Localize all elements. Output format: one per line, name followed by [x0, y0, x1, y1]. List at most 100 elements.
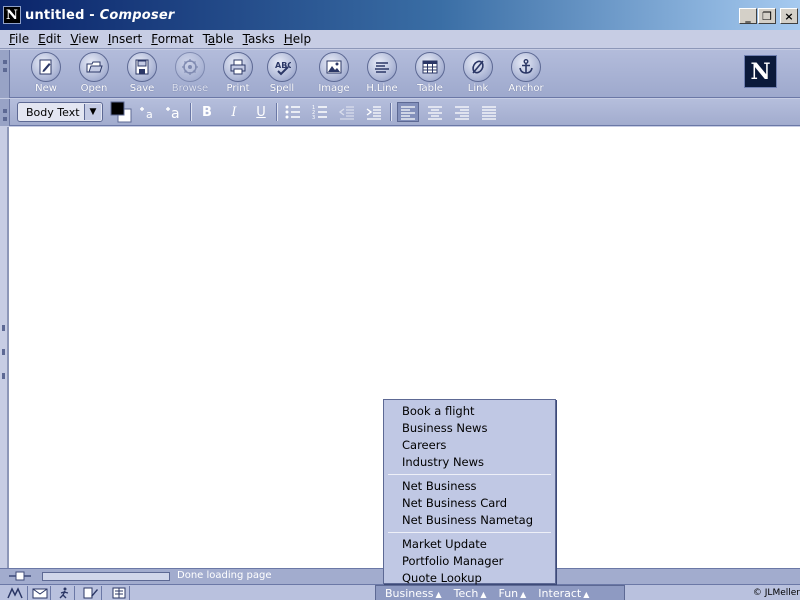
svg-text:3: 3: [312, 115, 315, 120]
title-bar: N untitled - Composer _ ❐ ×: [0, 0, 800, 30]
toolbar-separator: [276, 103, 278, 121]
format-toolbar-grip[interactable]: [0, 99, 10, 126]
gutter-marker[interactable]: [2, 373, 5, 379]
table-button[interactable]: Table: [408, 52, 452, 94]
address-book-icon[interactable]: [108, 586, 130, 600]
navigator-icon[interactable]: [2, 586, 28, 600]
menu-item-careers[interactable]: Careers: [384, 437, 555, 454]
save-icon: [135, 59, 149, 75]
print-button[interactable]: Print: [216, 52, 260, 94]
app-name: Composer: [99, 7, 175, 23]
window-title: untitled - Composer: [25, 8, 174, 23]
color-picker-icon[interactable]: [110, 101, 132, 123]
open-button[interactable]: Open: [72, 52, 116, 94]
svg-text:a: a: [146, 108, 153, 120]
menu-item-book-a-flight[interactable]: Book a flight: [384, 403, 555, 420]
progress-bar: [42, 572, 170, 581]
mail-icon[interactable]: [29, 586, 51, 600]
tab-fun[interactable]: Fun ▲: [498, 587, 526, 600]
spell-icon: ABC: [275, 61, 291, 76]
align-center-button[interactable]: [424, 102, 446, 122]
menu-item-net-business-card[interactable]: Net Business Card: [384, 495, 555, 512]
instant-messenger-icon[interactable]: [53, 586, 75, 600]
print-icon: [230, 59, 246, 75]
composer-icon[interactable]: [80, 586, 102, 600]
restore-button[interactable]: ❐: [758, 8, 776, 24]
status-text: Done loading page: [177, 570, 272, 581]
italic-button[interactable]: I: [223, 102, 245, 122]
hline-button[interactable]: H.Line: [360, 52, 404, 94]
tab-tech[interactable]: Tech ▲: [454, 587, 487, 600]
menu-bar: File Edit View Insert Format Table Tasks…: [0, 30, 800, 49]
tab-interact[interactable]: Interact ▲: [538, 587, 589, 600]
increase-font-size-button[interactable]: a: [162, 102, 184, 122]
triangle-up-icon: ▲: [520, 590, 527, 599]
link-button[interactable]: Link: [456, 52, 500, 94]
menu-table[interactable]: Table: [203, 32, 234, 46]
paragraph-style-value: Body Text: [26, 105, 80, 119]
menu-format[interactable]: Format: [151, 32, 193, 46]
left-gutter: [0, 127, 8, 568]
menu-item-business-news[interactable]: Business News: [384, 420, 555, 437]
image-button[interactable]: Image: [312, 52, 356, 94]
paragraph-style-select[interactable]: Body Text ▼: [17, 102, 103, 122]
copyright-text: © JLMeller: [752, 588, 800, 598]
menu-item-market-update[interactable]: Market Update: [384, 536, 555, 553]
connection-icon[interactable]: [8, 571, 32, 581]
menu-help[interactable]: Help: [284, 32, 311, 46]
menu-file[interactable]: File: [9, 32, 29, 46]
svg-text:ABC: ABC: [275, 61, 291, 70]
triangle-up-icon: ▲: [583, 590, 590, 599]
new-button[interactable]: New: [24, 52, 68, 94]
hline-icon: [375, 62, 389, 73]
numbered-list-button[interactable]: 123: [309, 102, 331, 122]
bullet-list-button[interactable]: [282, 102, 304, 122]
netscape-app-icon[interactable]: N: [3, 6, 21, 24]
toolbar-grip[interactable]: [0, 50, 10, 98]
menu-insert[interactable]: Insert: [108, 32, 142, 46]
outdent-icon: [338, 106, 354, 120]
netscape-logo[interactable]: N: [744, 55, 777, 88]
menu-tasks[interactable]: Tasks: [243, 32, 275, 46]
decrease-font-icon: a: [140, 107, 153, 120]
browse-button[interactable]: Browse: [168, 52, 212, 94]
align-left-button[interactable]: [397, 102, 419, 122]
justify-button[interactable]: [478, 102, 500, 122]
menu-item-net-business-nametag[interactable]: Net Business Nametag: [384, 512, 555, 529]
triangle-up-icon: ▲: [480, 590, 487, 599]
bold-button[interactable]: B: [196, 102, 218, 122]
indent-button[interactable]: [363, 102, 385, 122]
menu-edit[interactable]: Edit: [38, 32, 61, 46]
justify-icon: [482, 106, 496, 120]
decrease-font-size-button[interactable]: a: [136, 102, 158, 122]
bullet-list-icon: [285, 105, 300, 119]
anchor-icon: [519, 59, 533, 74]
table-icon: [422, 60, 438, 74]
save-button[interactable]: Save: [120, 52, 164, 94]
anchor-button[interactable]: Anchor: [504, 52, 548, 94]
menu-item-industry-news[interactable]: Industry News: [384, 454, 555, 471]
spell-button[interactable]: ABC Spell: [260, 52, 304, 94]
underline-button[interactable]: U: [250, 102, 272, 122]
align-right-button[interactable]: [451, 102, 473, 122]
composition-toolbar: New Open Save Browse Print ABC Spell Ima…: [0, 50, 800, 98]
minimize-button[interactable]: _: [739, 8, 757, 24]
align-left-icon: [401, 106, 415, 120]
outdent-button[interactable]: [336, 102, 358, 122]
menu-item-portfolio-manager[interactable]: Portfolio Manager: [384, 553, 555, 570]
toolbar-separator: [190, 103, 192, 121]
business-popup-menu: Book a flight Business News Careers Indu…: [383, 399, 556, 587]
menu-separator: [388, 532, 551, 533]
svg-text:a: a: [171, 106, 180, 120]
gutter-marker[interactable]: [2, 349, 5, 355]
indent-icon: [366, 106, 381, 120]
close-button[interactable]: ×: [780, 8, 798, 24]
menu-item-quote-lookup[interactable]: Quote Lookup: [384, 570, 555, 587]
menu-view[interactable]: View: [70, 32, 98, 46]
chevron-down-icon[interactable]: ▼: [84, 104, 101, 120]
gutter-marker[interactable]: [2, 325, 5, 331]
menu-item-net-business[interactable]: Net Business: [384, 478, 555, 495]
align-right-icon: [455, 106, 469, 120]
menu-separator: [388, 474, 551, 475]
tab-business[interactable]: Business ▲: [385, 587, 442, 600]
